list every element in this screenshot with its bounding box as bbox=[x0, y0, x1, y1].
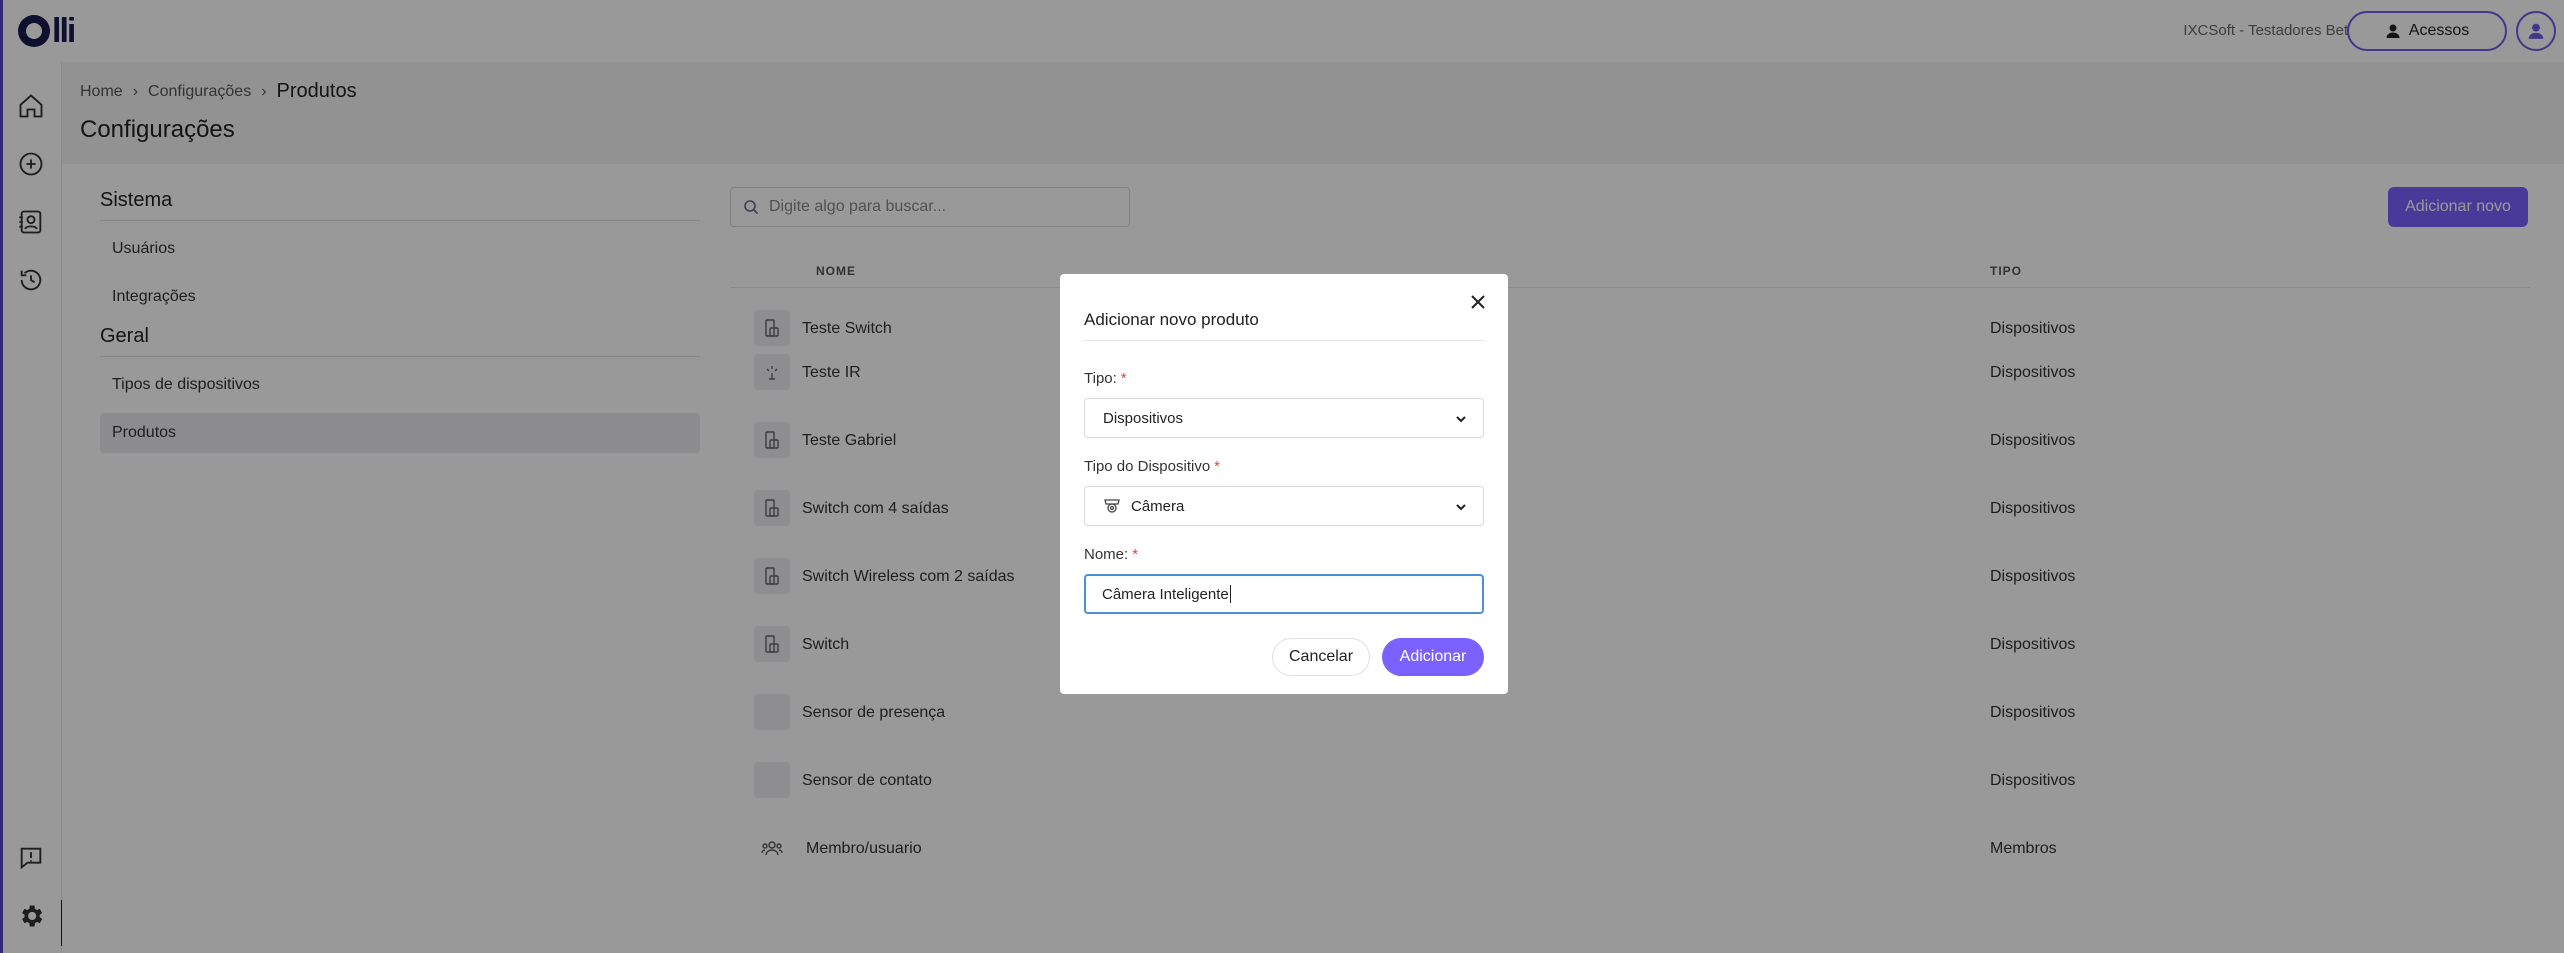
divider bbox=[1084, 340, 1484, 341]
required-mark: * bbox=[1214, 458, 1221, 475]
chevron-down-icon bbox=[1456, 504, 1466, 511]
tipo-label-text: Tipo: bbox=[1084, 370, 1117, 387]
nome-value: Câmera Inteligente bbox=[1102, 585, 1229, 603]
tipo-value: Dispositivos bbox=[1103, 409, 1184, 427]
tipo-label: Tipo: * bbox=[1084, 370, 1127, 387]
chevron-down-icon bbox=[1456, 416, 1466, 423]
device-type-value: Câmera bbox=[1131, 497, 1185, 515]
device-type-label: Tipo do Dispositivo * bbox=[1084, 458, 1220, 475]
close-icon[interactable] bbox=[1466, 290, 1490, 314]
nome-input[interactable]: Câmera Inteligente bbox=[1084, 574, 1484, 614]
required-mark: * bbox=[1120, 370, 1127, 387]
device-type-select[interactable]: Câmera bbox=[1084, 486, 1484, 526]
add-product-dialog: Adicionar novo produto Tipo: * Dispositiv… bbox=[1060, 274, 1508, 694]
camera-icon bbox=[1104, 499, 1120, 513]
window-edge bbox=[0, 0, 3, 953]
dialog-title: Adicionar novo produto bbox=[1084, 310, 1259, 329]
cancel-button[interactable]: Cancelar bbox=[1272, 638, 1370, 676]
required-mark: * bbox=[1132, 546, 1139, 563]
tipo-select[interactable]: Dispositivos bbox=[1084, 398, 1484, 438]
device-type-label-text: Tipo do Dispositivo bbox=[1084, 458, 1211, 475]
nome-label-text: Nome: bbox=[1084, 546, 1129, 563]
add-button[interactable]: Adicionar bbox=[1382, 638, 1484, 676]
text-cursor bbox=[1229, 585, 1231, 603]
nome-label: Nome: * bbox=[1084, 546, 1138, 563]
